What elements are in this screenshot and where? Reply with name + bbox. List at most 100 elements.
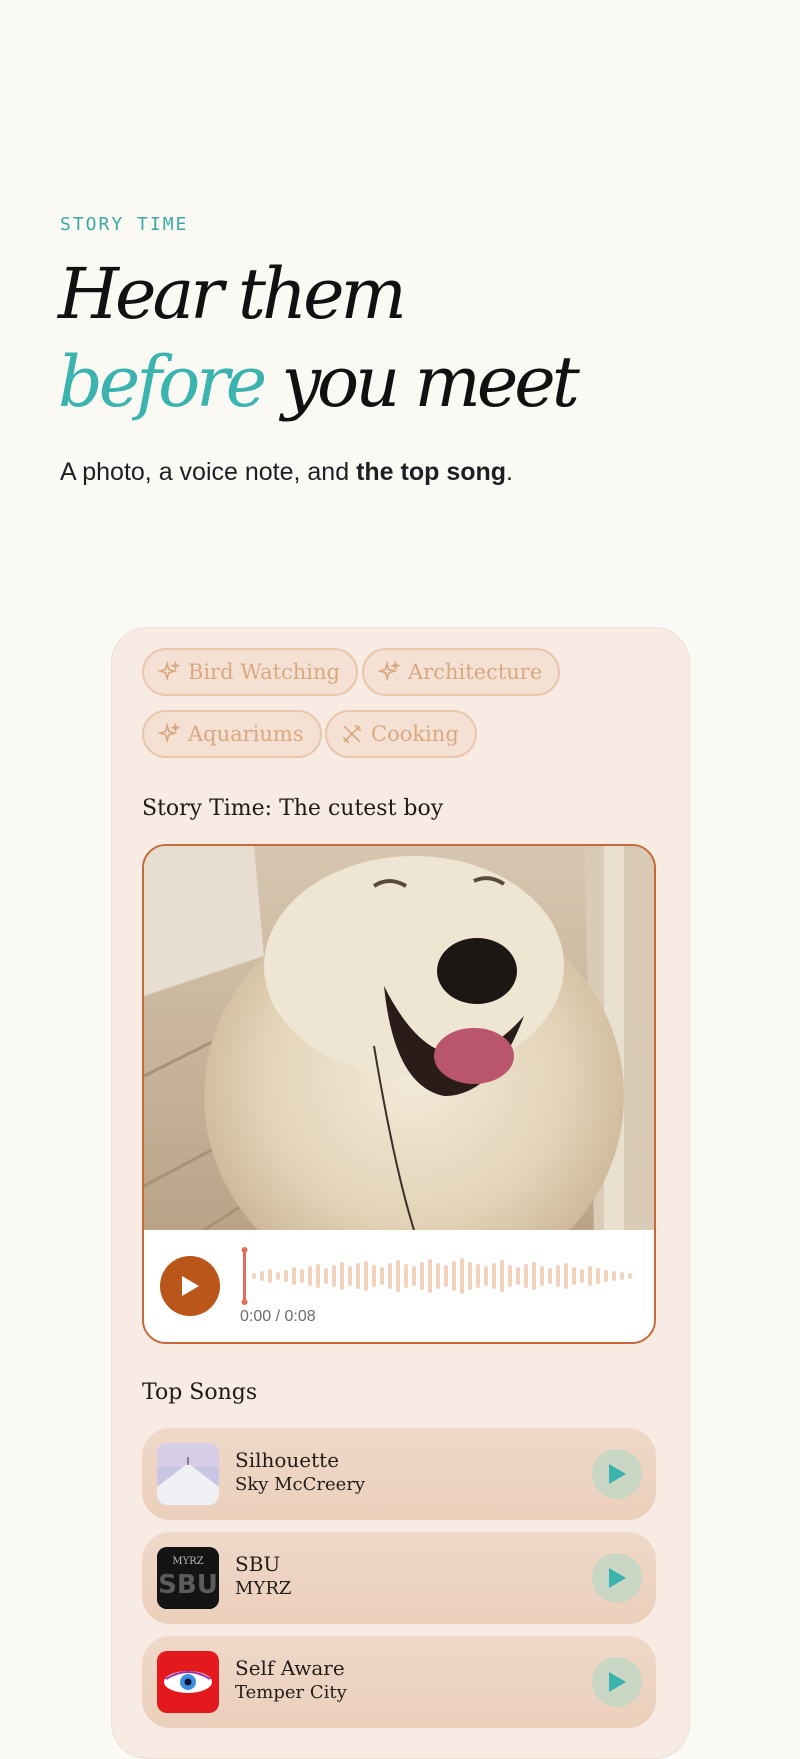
waveform-bar [404, 1264, 408, 1288]
album-art-label-main: SBU [158, 1570, 218, 1600]
story-photo-card: 0:00 / 0:08 [142, 844, 656, 1344]
waveform-bar [252, 1273, 256, 1279]
album-art-label-top: MYRZ [172, 1556, 203, 1567]
interest-chip-label: Architecture [408, 660, 543, 684]
song-artist: MYRZ [235, 1578, 292, 1599]
waveform-playhead-cap [241, 1247, 248, 1253]
song-artist: Sky McCreery [235, 1474, 366, 1495]
waveform-bar [356, 1263, 360, 1289]
waveform-bar [308, 1266, 312, 1286]
song-title: Silhouette [235, 1448, 340, 1472]
waveform-bar [324, 1268, 328, 1284]
waveform-bar [540, 1266, 544, 1286]
utensils-icon [342, 724, 362, 744]
voice-note-play-button[interactable] [160, 1256, 220, 1316]
play-icon [609, 1464, 626, 1484]
headline: Hear them before you meet [58, 250, 580, 426]
play-icon [609, 1568, 626, 1588]
waveform-bar [620, 1272, 624, 1280]
song-play-button[interactable] [592, 1553, 642, 1603]
waveform-bar [548, 1268, 552, 1284]
story-title: Story Time: The cutest boy [142, 796, 444, 821]
waveform-bar [588, 1266, 592, 1286]
play-icon [182, 1276, 199, 1296]
waveform-bar [444, 1265, 448, 1287]
waveform-bar [300, 1269, 304, 1283]
song-play-button[interactable] [592, 1449, 642, 1499]
waveform-bar [388, 1263, 392, 1289]
song-title: SBU [235, 1552, 281, 1576]
waveform-bar [460, 1258, 464, 1294]
waveform-bar [476, 1264, 480, 1288]
voice-note-time: 0:00 / 0:08 [240, 1308, 316, 1325]
waveform-bar [492, 1263, 496, 1289]
voice-note-player: 0:00 / 0:08 [144, 1230, 654, 1342]
headline-rest: you meet [263, 341, 579, 423]
waveform-bar [556, 1265, 560, 1287]
waveform-bar [612, 1271, 616, 1281]
headline-accent: before [58, 341, 267, 423]
waveform-bar [340, 1262, 344, 1290]
song-artist: Temper City [235, 1682, 347, 1703]
waveform-bar [580, 1269, 584, 1283]
interest-chip-label: Bird Watching [188, 660, 340, 684]
waveform-bar [452, 1261, 456, 1291]
waveform-bar [508, 1265, 512, 1287]
waveform-bar [564, 1263, 568, 1289]
interest-chip-label: Cooking [371, 722, 459, 746]
waveform-bar [380, 1267, 384, 1285]
eyebrow-label: STORY TIME [60, 214, 189, 235]
subhead-end: . [506, 458, 513, 486]
waveform-bar [260, 1271, 264, 1281]
waveform-bar [596, 1268, 600, 1284]
song-row[interactable]: MYRZ SBU SBU MYRZ [142, 1532, 656, 1624]
waveform-bar [364, 1261, 368, 1291]
waveform-bar [316, 1264, 320, 1288]
waveform-bar [604, 1270, 608, 1282]
album-art: MYRZ SBU [157, 1547, 219, 1609]
waveform-bar [292, 1267, 296, 1285]
interest-chip-architecture[interactable]: Architecture [362, 648, 561, 696]
waveform-bar [348, 1266, 352, 1286]
album-art [157, 1443, 219, 1505]
waveform-bar [436, 1263, 440, 1289]
interest-chip-cooking[interactable]: Cooking [325, 710, 477, 758]
sparkle-icon [378, 661, 400, 682]
song-row[interactable]: Silhouette Sky McCreery [142, 1428, 656, 1520]
waveform-bar [276, 1272, 280, 1280]
waveform-playhead-cap [241, 1299, 248, 1305]
waveform-bar [468, 1262, 472, 1290]
waveform-bar [572, 1267, 576, 1285]
song-row[interactable]: Self Aware Temper City [142, 1636, 656, 1728]
waveform-bar [332, 1265, 336, 1287]
voice-note-waveform[interactable] [240, 1246, 640, 1306]
interest-chip-aquariums[interactable]: Aquariums [142, 710, 322, 758]
top-songs-title: Top Songs [142, 1380, 258, 1405]
subhead-plain: A photo, a voice note, and [60, 458, 357, 486]
waveform-bar [524, 1264, 528, 1288]
waveform-playhead [243, 1250, 246, 1302]
interest-chip-label: Aquariums [188, 722, 304, 746]
song-title: Self Aware [235, 1656, 345, 1680]
waveform-bar [532, 1262, 536, 1290]
album-art [157, 1651, 219, 1713]
subhead-bold: the top song [356, 458, 507, 486]
waveform-bar [428, 1259, 432, 1293]
waveform-bar [500, 1260, 504, 1292]
headline-line1: Hear them [58, 253, 407, 335]
waveform-bar [628, 1273, 632, 1279]
subhead: A photo, a voice note, and the top song. [60, 458, 513, 487]
waveform-bar [516, 1267, 520, 1285]
waveform-bar [396, 1260, 400, 1292]
waveform-bar [412, 1266, 416, 1286]
waveform-bar [372, 1265, 376, 1287]
sparkle-icon [158, 661, 180, 682]
waveform-bar [268, 1269, 272, 1283]
song-play-button[interactable] [592, 1657, 642, 1707]
interest-chip-bird-watching[interactable]: Bird Watching [142, 648, 358, 696]
waveform-bar [420, 1262, 424, 1290]
dog-photo [144, 846, 654, 1230]
waveform-bar [484, 1266, 488, 1286]
profile-card: Bird Watching Architecture Aquariums Coo… [111, 627, 690, 1759]
sparkle-icon [158, 723, 180, 744]
